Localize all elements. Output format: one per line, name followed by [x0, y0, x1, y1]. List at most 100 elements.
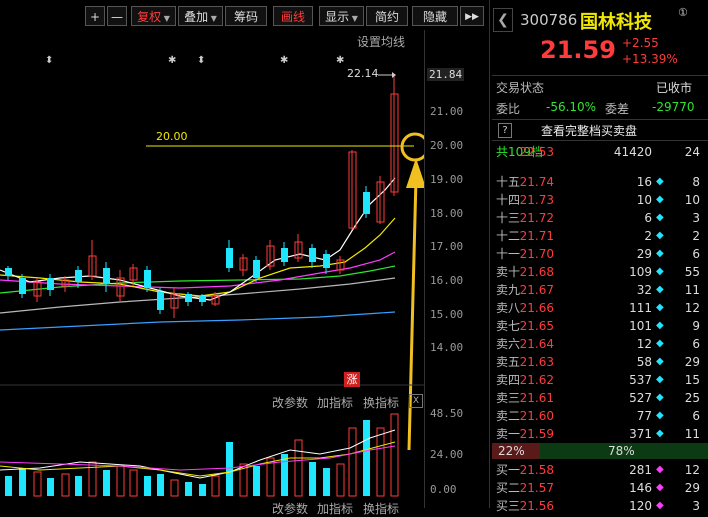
- event-marker-icon: ⬍: [197, 55, 205, 66]
- buy-price: 21.58: [519, 463, 554, 477]
- zoom-in-button[interactable]: +: [85, 6, 105, 26]
- diamond-icon: ◆: [656, 302, 664, 313]
- ratio-buy-label: 78%: [608, 444, 635, 458]
- chouma-button[interactable]: 筹码: [225, 6, 267, 26]
- sell-row[interactable]: 十四 21.73 10 ◆ 10: [492, 191, 706, 209]
- buy-price: 21.56: [519, 499, 554, 513]
- sell-row[interactable]: 卖二 21.60 77 ◆ 6: [492, 407, 706, 425]
- sell-count: 10: [684, 193, 700, 207]
- info-icon[interactable]: ①: [678, 6, 688, 19]
- y-label: 17.00: [430, 240, 464, 253]
- total-row: 共109档 22.53 41420 24: [492, 143, 706, 161]
- sell-row[interactable]: 十二 21.71 2 ◆ 2: [492, 227, 706, 245]
- sell-volume: 109: [629, 265, 652, 279]
- sell-row[interactable]: 卖六 21.64 12 ◆ 6: [492, 335, 706, 353]
- bottom-switch-indicator-link[interactable]: 换指标: [363, 500, 399, 517]
- ratio-sell-label: 22%: [498, 444, 525, 458]
- diamond-icon: ◆: [656, 284, 664, 295]
- zhang-badge: 涨: [344, 372, 360, 387]
- weibi-value: -56.10%: [546, 100, 597, 114]
- diamond-icon: ◆: [656, 464, 664, 475]
- y-label: 14.00: [430, 341, 464, 354]
- help-icon[interactable]: ?: [498, 123, 512, 138]
- sell-row[interactable]: 十五 21.74 16 ◆ 8: [492, 173, 706, 191]
- vol-switch-indicator-link[interactable]: 换指标: [363, 394, 399, 411]
- sell-count: 29: [684, 355, 700, 369]
- sell-row[interactable]: 十一 21.70 29 ◆ 6: [492, 245, 706, 263]
- sell-row[interactable]: 卖五 21.63 58 ◆ 29: [492, 353, 706, 371]
- fuquan-label: 复权: [137, 10, 162, 24]
- expand-icon[interactable]: ▶▶: [460, 6, 484, 26]
- fuquan-dropdown[interactable]: 复权 ▼: [131, 6, 176, 26]
- chevron-down-icon: ▼: [208, 14, 217, 23]
- buy-level-label: 买二: [496, 481, 521, 495]
- buy-volume: 146: [629, 481, 652, 495]
- panel-divider: [489, 0, 490, 508]
- price-change: +2.55: [622, 36, 659, 50]
- zoom-out-button[interactable]: —: [107, 6, 127, 26]
- sell-volume: 58: [636, 355, 652, 369]
- chevron-down-icon: ▼: [349, 14, 358, 23]
- sell-row[interactable]: 卖八 21.66 111 ◆ 12: [492, 299, 706, 317]
- weicha-value: -29770: [652, 100, 695, 114]
- bottom-add-indicator-link[interactable]: 加指标: [317, 500, 353, 517]
- sell-row[interactable]: 卖九 21.67 32 ◆ 11: [492, 281, 706, 299]
- buy-level-label: 买三: [496, 499, 521, 513]
- sell-row[interactable]: 卖三 21.61 527 ◆ 25: [492, 389, 706, 407]
- sell-price: 21.63: [519, 355, 554, 369]
- sell-count: 8: [692, 175, 700, 189]
- sell-count: 11: [684, 283, 700, 297]
- diejia-dropdown[interactable]: 叠加 ▼: [178, 6, 223, 26]
- total-cnt: 24: [684, 145, 700, 159]
- prev-stock-icon[interactable]: ❮: [493, 8, 513, 32]
- buy-count: 12: [684, 463, 700, 477]
- bottom-params-link[interactable]: 改参数: [272, 500, 308, 517]
- event-marker-icon: ✱: [336, 55, 344, 66]
- sell-level-label: 卖一: [496, 427, 521, 441]
- sell-row[interactable]: 卖七 21.65 101 ◆ 9: [492, 317, 706, 335]
- full-book-link[interactable]: 查看完整档买卖盘: [541, 122, 637, 139]
- sell-row[interactable]: 卖十 21.68 109 ◆ 55: [492, 263, 706, 281]
- sell-level-label: 卖三: [496, 391, 521, 405]
- jianyue-button[interactable]: 简约: [366, 6, 408, 26]
- buy-level-label: 买一: [496, 463, 521, 477]
- buy-row[interactable]: 买二 21.57 146 ◆ 29: [492, 479, 706, 497]
- y-label-top: 21.84: [427, 68, 465, 81]
- sell-volume: 537: [629, 373, 652, 387]
- sell-volume: 29: [636, 247, 652, 261]
- vol-add-indicator-link[interactable]: 加指标: [317, 394, 353, 411]
- diamond-icon: ◆: [656, 212, 664, 223]
- vol-params-link[interactable]: 改参数: [272, 394, 308, 411]
- sell-row[interactable]: 卖四 21.62 537 ◆ 15: [492, 371, 706, 389]
- buy-row[interactable]: 买一 21.58 281 ◆ 12: [492, 461, 706, 479]
- sell-volume: 6: [644, 211, 652, 225]
- ratio-bar: 22% 78%: [492, 443, 708, 459]
- buy-count: 29: [684, 481, 700, 495]
- divider: [492, 119, 708, 120]
- sell-price: 21.70: [519, 247, 554, 261]
- y-label: 20.00: [430, 139, 464, 152]
- diamond-icon: ◆: [656, 356, 664, 367]
- y-label: 15.00: [430, 308, 464, 321]
- xianshi-dropdown[interactable]: 显示 ▼: [319, 6, 364, 26]
- sell-count: 11: [684, 427, 700, 441]
- yincang-button[interactable]: 隐藏: [412, 6, 458, 26]
- buy-price: 21.57: [519, 481, 554, 495]
- hline-label: 20.00: [156, 130, 188, 143]
- sell-price: 21.59: [519, 427, 554, 441]
- sell-row[interactable]: 卖一 21.59 371 ◆ 11: [492, 425, 706, 443]
- sell-row[interactable]: 十三 21.72 6 ◆ 3: [492, 209, 706, 227]
- kline-chart[interactable]: ⬍ ✱ ⬍ ✱ ✱: [0, 30, 424, 508]
- buy-row[interactable]: 买三 21.56 120 ◆ 3: [492, 497, 706, 515]
- diamond-icon: ◆: [656, 410, 664, 421]
- sell-price: 21.73: [519, 193, 554, 207]
- price-change-pct: +13.39%: [622, 52, 678, 66]
- sell-volume: 111: [629, 301, 652, 315]
- weicha-label: 委差: [605, 102, 630, 116]
- buy-volume: 281: [629, 463, 652, 477]
- huaxian-button[interactable]: 画线: [273, 6, 313, 26]
- y-label: 18.00: [430, 207, 464, 220]
- close-icon[interactable]: X: [409, 394, 423, 408]
- sell-price: 21.62: [519, 373, 554, 387]
- sell-price: 21.72: [519, 211, 554, 225]
